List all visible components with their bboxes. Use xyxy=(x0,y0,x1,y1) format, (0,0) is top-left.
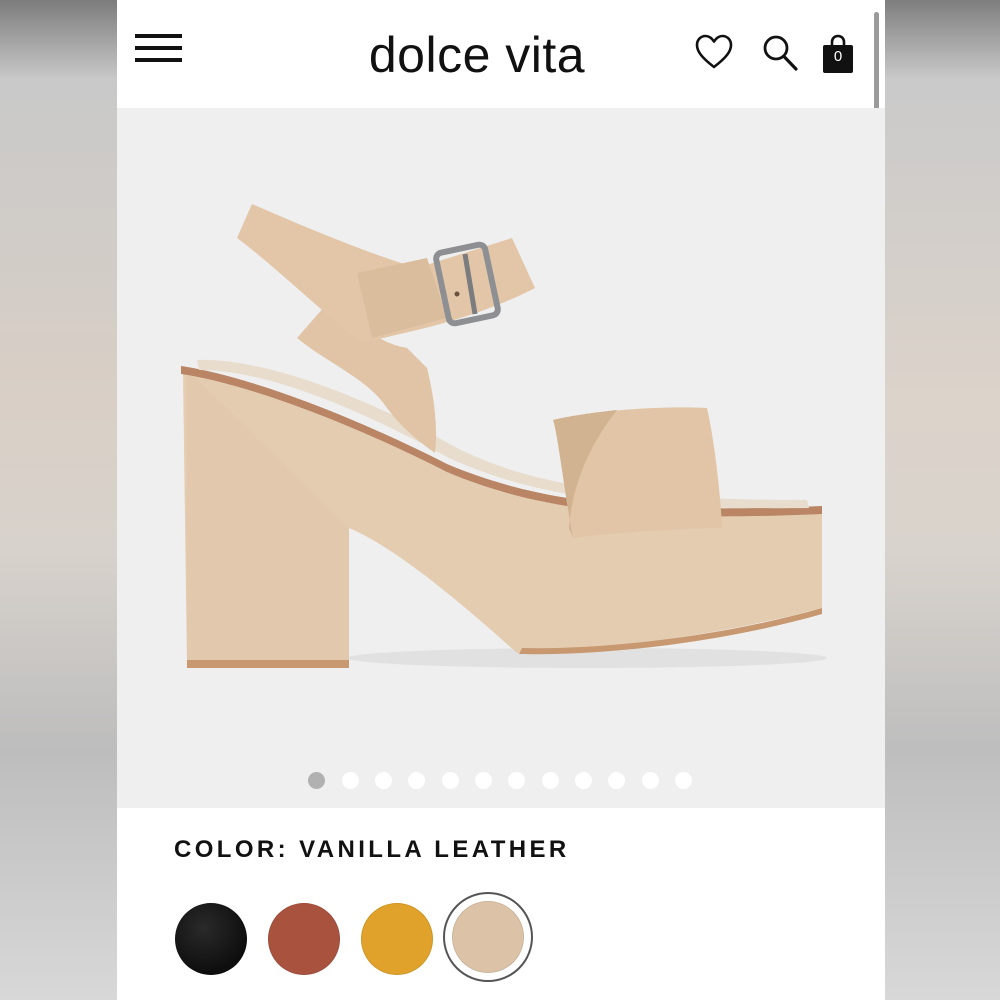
swatch-vanilla[interactable] xyxy=(452,901,524,973)
gallery-dot[interactable] xyxy=(408,772,425,789)
product-image xyxy=(181,204,827,668)
gallery-dot[interactable] xyxy=(475,772,492,789)
gallery-dot[interactable] xyxy=(508,772,525,789)
product-image-gallery[interactable] xyxy=(117,108,885,808)
color-label: COLOR: VANILLA LEATHER xyxy=(174,836,570,863)
gallery-pagination xyxy=(117,772,885,792)
heart-icon[interactable] xyxy=(695,34,733,70)
gallery-dot[interactable] xyxy=(342,772,359,789)
gallery-dot[interactable] xyxy=(442,772,459,789)
gallery-dot[interactable] xyxy=(575,772,592,789)
left-backdrop xyxy=(0,0,117,1000)
site-header: dolce vita 0 xyxy=(117,0,885,108)
swatch-yellow[interactable] xyxy=(361,903,433,975)
gallery-dot[interactable] xyxy=(308,772,325,789)
swatch-black[interactable] xyxy=(175,903,247,975)
gallery-dot[interactable] xyxy=(542,772,559,789)
swatch-cognac[interactable] xyxy=(268,903,340,975)
gallery-dot[interactable] xyxy=(608,772,625,789)
mobile-page: dolce vita 0 COLOR: VANILLA LEATHER xyxy=(117,0,885,1000)
bag-count: 0 xyxy=(833,48,843,65)
gallery-dot[interactable] xyxy=(375,772,392,789)
search-icon[interactable] xyxy=(762,34,798,72)
right-backdrop xyxy=(885,0,1000,1000)
gallery-dot[interactable] xyxy=(642,772,659,789)
bag-button[interactable]: 0 xyxy=(822,34,854,74)
gallery-dot[interactable] xyxy=(675,772,692,789)
